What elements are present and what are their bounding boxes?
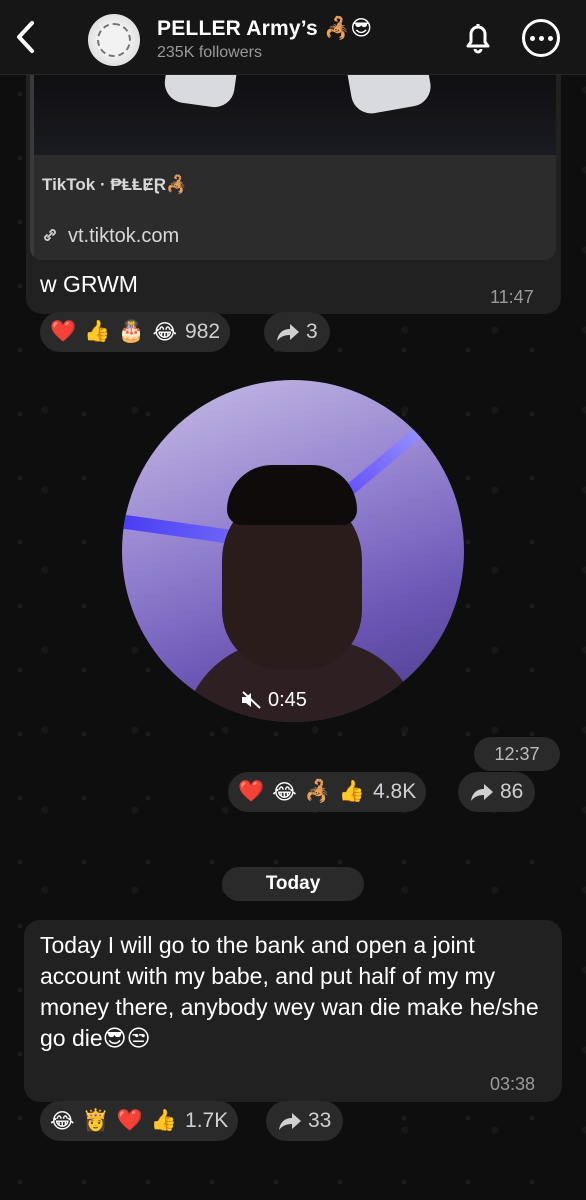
- reaction-emoji: 👍: [338, 780, 366, 803]
- followers-count: 235K followers: [157, 44, 262, 61]
- reaction-emoji: ❤️: [50, 320, 77, 343]
- bell-icon: [466, 24, 490, 54]
- reaction-count: 1.7K: [185, 1109, 229, 1132]
- reaction-emoji: 😂: [272, 780, 297, 804]
- link-preview[interactable]: TikTok · ₱ⱠⱠɆⱤ🦂 vt.tiktok.com: [30, 60, 556, 260]
- channel-avatar[interactable]: [88, 14, 140, 66]
- share-count: 3: [306, 320, 318, 343]
- message-time: 12:37: [474, 737, 560, 771]
- preview-url[interactable]: vt.tiktok.com: [68, 225, 179, 248]
- channel-header: PELLER Army’s 🦂😎 235K followers: [0, 0, 586, 75]
- reaction-count: 4.8K: [373, 780, 417, 803]
- reaction-emoji: 😂: [152, 320, 178, 344]
- share-arrow-icon: [277, 324, 299, 341]
- round-video-message[interactable]: [122, 380, 464, 722]
- chevron-left-icon: [17, 21, 34, 53]
- share-button[interactable]: 33: [266, 1101, 344, 1141]
- notifications-button[interactable]: [458, 18, 498, 58]
- link-icon: [44, 229, 56, 241]
- channel-title[interactable]: PELLER Army’s 🦂😎: [157, 16, 372, 41]
- reaction-emoji: ❤️: [116, 1109, 143, 1132]
- message-time: 03:38: [490, 1074, 536, 1094]
- date-separator: Today: [222, 867, 364, 901]
- share-arrow-icon: [279, 1113, 301, 1130]
- back-button[interactable]: [10, 20, 40, 54]
- scorpion-logo-icon: [97, 23, 131, 57]
- message-time: 11:47: [490, 287, 534, 307]
- more-icon: [529, 35, 535, 41]
- reaction-count: 982: [185, 320, 221, 343]
- reactions-pill[interactable]: ❤️ 👍 🎂 😂 982: [40, 312, 231, 352]
- reaction-emoji: 😂: [50, 1109, 75, 1133]
- share-arrow-icon: [471, 784, 493, 801]
- reaction-emoji: 🎂: [118, 320, 145, 343]
- video-duration: 0:45: [240, 686, 340, 714]
- share-button[interactable]: 86: [458, 772, 536, 812]
- reaction-emoji: 🦂: [304, 780, 331, 803]
- reaction-emoji: ❤️: [238, 780, 265, 803]
- reactions-pill[interactable]: 😂 👸 ❤️ 👍 1.7K: [40, 1101, 239, 1141]
- reaction-emoji: 👸: [82, 1109, 109, 1132]
- share-count: 86: [500, 780, 524, 803]
- message-text: w GRWM: [40, 271, 138, 297]
- share-button[interactable]: 3: [264, 312, 330, 352]
- share-count: 33: [308, 1109, 332, 1132]
- reaction-emoji: 👍: [84, 320, 111, 343]
- reaction-emoji: 👍: [150, 1109, 178, 1132]
- speaker-muted-icon: [242, 691, 261, 709]
- more-button[interactable]: [522, 19, 560, 57]
- preview-site-name: TikTok · ₱ⱠⱠɆⱤ🦂: [42, 175, 188, 194]
- reactions-pill[interactable]: ❤️ 😂 🦂 👍 4.8K: [228, 772, 427, 812]
- message-text: Today I will go to the bank and open a j…: [40, 932, 539, 1051]
